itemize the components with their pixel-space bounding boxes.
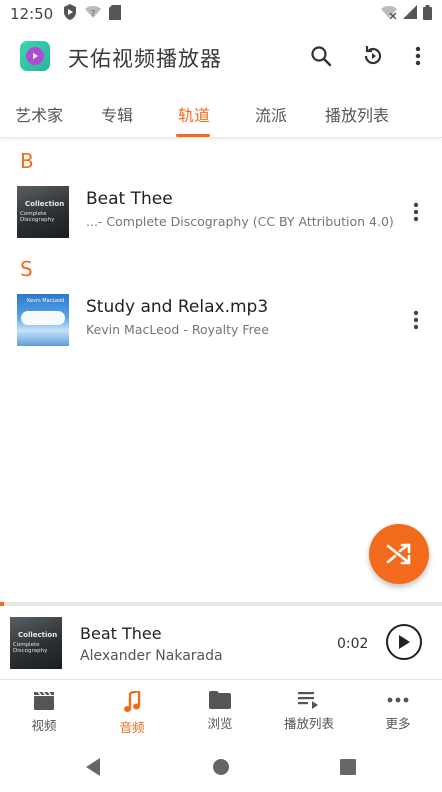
now-playing-artist: Alexander Nakarada [80,648,223,664]
track-title: Beat Thee [86,189,173,209]
tab-tracks[interactable]: 轨道 [155,92,233,138]
battery-icon [423,4,432,24]
wifi-off-icon [381,5,397,23]
track-item[interactable]: Kevin MacLeod Study and Relax.mp3 Kevin … [0,286,442,356]
app-title: 天佑视频播放器 [68,47,222,71]
wifi-icon: ? [85,5,102,23]
track-item[interactable]: Collection Complete Discography Beat The… [0,178,442,248]
tab-genres[interactable]: 流派 [232,92,310,138]
track-more-button[interactable] [404,194,428,230]
cover-label: Collection [18,631,58,639]
section-header-b: B [20,149,34,173]
history-button[interactable] [355,38,391,74]
recents-button[interactable] [337,756,359,778]
signal-icon [403,5,417,23]
status-bar: 12:50 ? [0,0,442,28]
music-note-icon [124,691,141,712]
now-playing-title: Beat Thee [80,624,162,643]
nav-label: 浏览 [207,716,233,731]
cover-sublabel: Complete Discography [13,642,48,654]
play-button[interactable] [386,624,422,660]
folder-icon [209,691,231,709]
more-vertical-icon [413,202,419,222]
section-header-s: S [20,257,33,281]
track-subtitle: ...- Complete Discography (CC BY Attribu… [86,214,394,229]
album-cover: Collection Complete Discography [17,186,69,238]
play-icon [399,635,410,649]
system-navigation-bar [0,742,442,792]
playlist-icon [298,692,318,709]
back-button[interactable] [82,756,104,778]
now-playing-cover: Collection Complete Discography [10,617,62,669]
nav-audio[interactable]: 音频 [88,681,176,741]
nav-label: 更多 [385,716,411,731]
more-vertical-icon [413,310,419,330]
cover-sublabel: Complete Discography [20,211,55,223]
play-protect-icon [63,4,77,24]
track-more-button[interactable] [404,302,428,338]
tab-indicator [176,134,210,137]
status-time: 12:50 [10,5,54,23]
sd-card-icon [109,4,122,24]
track-title: Study and Relax.mp3 [86,297,269,317]
track-subtitle: Kevin MacLeod - Royalty Free [86,322,269,337]
tab-playlists[interactable]: 播放列表 [312,92,402,138]
home-icon [213,759,229,775]
history-icon [364,46,382,65]
nav-video[interactable]: 视频 [0,681,88,741]
svg-text:?: ? [91,9,95,18]
cover-cloud [21,311,65,325]
cover-label: Collection [25,200,65,208]
search-icon [311,46,332,67]
more-horizontal-icon [387,697,409,703]
tab-albums[interactable]: 专辑 [78,92,156,138]
nav-label: 播放列表 [283,716,334,731]
movie-icon [34,691,54,710]
nav-more[interactable]: 更多 [354,681,442,741]
app-bar: 天佑视频播放器 [0,28,442,84]
overflow-menu-button[interactable] [400,38,436,74]
back-icon [86,758,100,776]
bottom-navigation: 视频 音频 浏览 播放列表 更多 [0,681,442,741]
more-vertical-icon [415,46,421,66]
album-cover: Kevin MacLeod [17,294,69,346]
category-tabs: 艺术家 专辑 轨道 流派 播放列表 [0,92,442,138]
search-button[interactable] [303,38,339,74]
nav-playlists[interactable]: 播放列表 [265,681,353,741]
nav-label: 音频 [119,720,145,735]
mini-player[interactable]: Collection Complete Discography Beat The… [0,606,442,680]
home-button[interactable] [210,756,232,778]
now-playing-time: 0:02 [337,636,369,652]
app-logo-icon [20,41,50,71]
cover-label: Kevin MacLeod [27,298,65,304]
tab-artists[interactable]: 艺术家 [0,92,78,138]
nav-label: 视频 [31,718,57,733]
nav-browse[interactable]: 浏览 [176,681,264,741]
shuffle-button[interactable] [369,524,429,584]
shuffle-icon [386,543,411,565]
recents-icon [340,759,356,775]
